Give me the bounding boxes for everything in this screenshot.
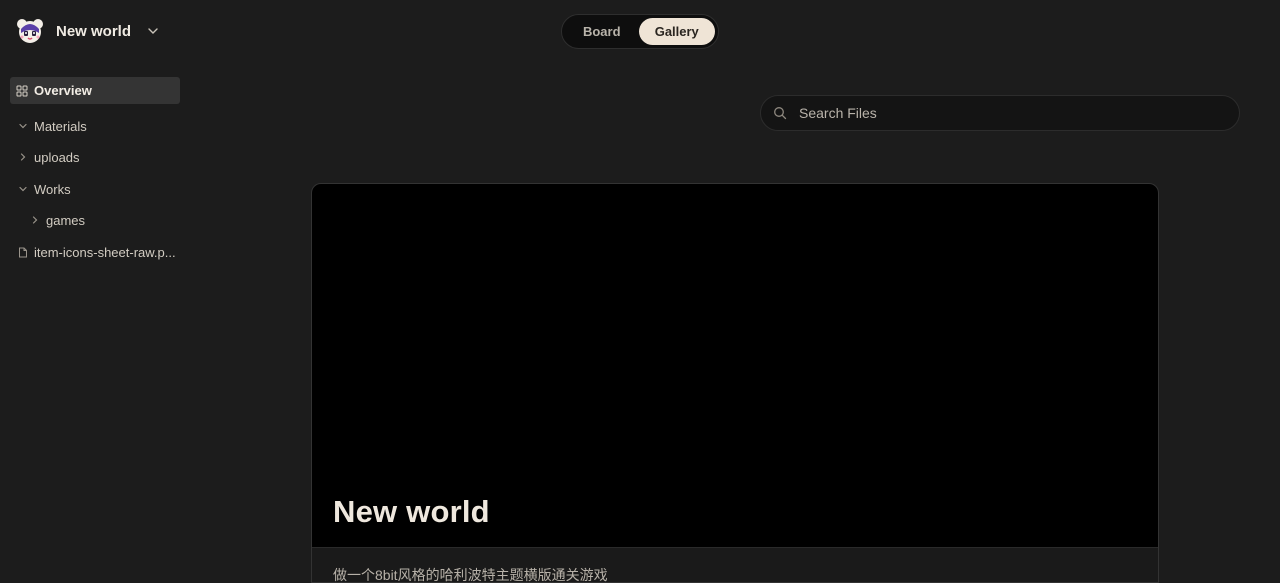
tree-item-materials[interactable]: Materials bbox=[18, 116, 87, 136]
workspace-avatar-icon bbox=[16, 17, 44, 45]
view-toggle: Board Gallery bbox=[561, 14, 719, 49]
toggle-gallery-button[interactable]: Gallery bbox=[638, 18, 715, 45]
search-input[interactable] bbox=[797, 104, 1217, 122]
chevron-down-icon[interactable] bbox=[147, 25, 159, 37]
tree-item-label: Works bbox=[34, 181, 71, 197]
gallery-card[interactable]: New world 做一个8bit风格的哈利波特主题横版通关游戏 bbox=[311, 183, 1159, 583]
sidebar-item-label: Overview bbox=[34, 83, 92, 98]
workspace-title: New world bbox=[56, 22, 132, 40]
tree-item-label: item-icons-sheet-raw.p... bbox=[34, 244, 176, 260]
chevron-down-icon[interactable] bbox=[18, 121, 28, 131]
search-icon bbox=[773, 106, 787, 120]
sidebar-item-overview[interactable]: Overview bbox=[10, 77, 180, 104]
grid-icon bbox=[16, 85, 28, 97]
tree-item-label: Materials bbox=[34, 118, 87, 134]
card-footer: 做一个8bit风格的哈利波特主题横版通关游戏 bbox=[312, 547, 1158, 583]
card-description: 做一个8bit风格的哈利波特主题横版通关游戏 bbox=[333, 567, 608, 583]
chevron-right-icon[interactable] bbox=[30, 215, 40, 225]
tree-item-games[interactable]: games bbox=[30, 210, 85, 230]
card-title: New world bbox=[333, 494, 490, 529]
toggle-board-button[interactable]: Board bbox=[565, 18, 639, 45]
tree-item-label: games bbox=[46, 212, 86, 228]
chevron-down-icon[interactable] bbox=[18, 184, 28, 194]
search-box bbox=[760, 95, 1240, 131]
workspace-switcher[interactable]: New world bbox=[16, 17, 159, 45]
file-icon bbox=[18, 247, 28, 257]
tree-item-file[interactable]: item-icons-sheet-raw.p... bbox=[18, 242, 176, 262]
tree-item-uploads[interactable]: uploads bbox=[18, 147, 80, 167]
chevron-right-icon[interactable] bbox=[18, 152, 28, 162]
sidebar: Overview bbox=[10, 77, 180, 104]
tree-item-label: uploads bbox=[34, 149, 80, 165]
tree-item-works[interactable]: Works bbox=[18, 179, 71, 199]
